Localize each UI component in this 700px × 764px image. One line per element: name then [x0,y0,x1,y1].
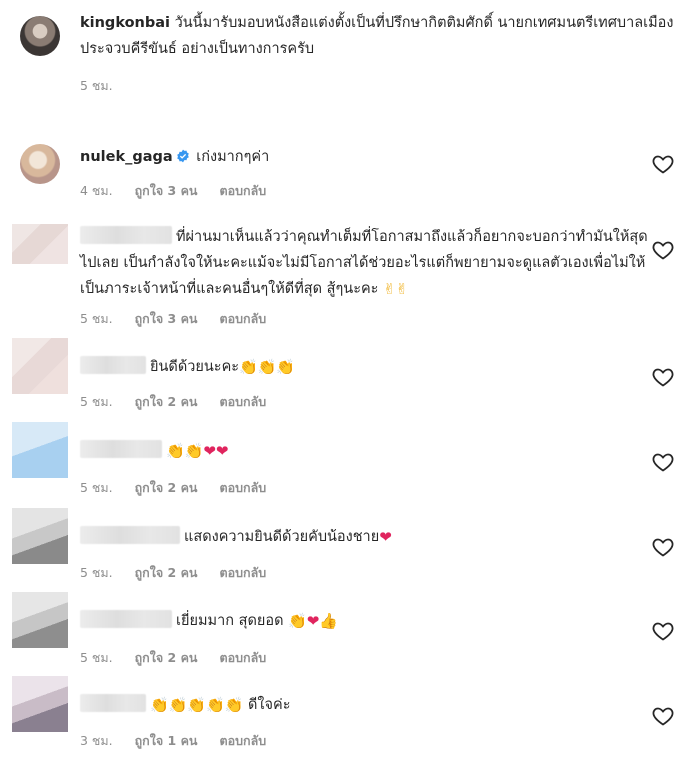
heart-outline-icon[interactable] [651,365,675,389]
comment-text: nulek_gaga เก่งมากๆค่า [80,144,650,170]
comment-text: ยินดีด้วยนะคะ👏👏👏 [80,354,650,380]
comment-body: เยี่ยมมาก สุดยอด [176,613,284,629]
avatar[interactable] [12,338,68,394]
reply-button[interactable]: ตอบกลับ [219,394,266,409]
comment-emoji: 👏❤👍 [288,612,339,630]
post-caption: kingkonbai วันนี้มารับมอบหนังสือแต่งตั้ง… [18,10,688,102]
avatar[interactable] [20,16,60,56]
comment-emoji: 👏👏❤❤ [166,442,229,460]
comment-text: ที่ผ่านมาเห็นแล้วว่าคุณทำเต็มที่โอกาสมาถ… [80,224,650,302]
reply-button[interactable]: ตอบกลับ [219,183,266,198]
comment-username[interactable] [80,440,162,458]
avatar[interactable] [12,592,68,648]
comment-time: 3 ชม. [80,733,113,748]
avatar[interactable] [12,676,68,732]
comment-emoji: ❤ [379,528,392,546]
likes-count[interactable]: ถูกใจ 1 คน [135,733,198,748]
comment-text: แสดงความยินดีด้วยคับน้องชาย❤ [80,524,650,550]
comment-time: 5 ชม. [80,311,113,326]
comment-meta: 5 ชม. ถูกใจ 2 คน ตอบกลับ [80,648,284,668]
avatar[interactable] [20,144,60,184]
likes-count[interactable]: ถูกใจ 2 คน [135,394,198,409]
likes-count[interactable]: ถูกใจ 2 คน [135,480,198,495]
comment-text: 👏👏❤❤ [80,438,650,464]
comment-meta: 5 ชม. ถูกใจ 2 คน ตอบกลับ [80,478,284,498]
avatar[interactable] [12,508,68,564]
likes-count[interactable]: ถูกใจ 3 คน [135,311,198,326]
comment-emoji: ✌✌ [383,280,409,298]
comment-time: 5 ชม. [80,565,113,580]
avatar[interactable] [12,422,68,478]
verified-badge-icon [176,149,189,163]
comment-username[interactable] [80,610,172,628]
comment-text: เยี่ยมมาก สุดยอด 👏❤👍 [80,608,650,634]
comment-time: 5 ชม. [80,480,113,495]
caption-username[interactable]: kingkonbai [80,15,170,31]
comment-emoji: 👏👏👏👏👏 [150,696,244,714]
reply-button[interactable]: ตอบกลับ [219,480,266,495]
reply-button[interactable]: ตอบกลับ [219,311,266,326]
heart-outline-icon[interactable] [651,704,675,728]
heart-outline-icon[interactable] [651,450,675,474]
comment-body: ดีใจค่ะ [248,697,291,713]
comment-time: 5 ชม. [80,394,113,409]
likes-count[interactable]: ถูกใจ 2 คน [135,565,198,580]
reply-button[interactable]: ตอบกลับ [219,733,266,748]
heart-outline-icon[interactable] [651,238,675,262]
reply-button[interactable]: ตอบกลับ [219,565,266,580]
comment-time: 4 ชม. [80,183,113,198]
comment-text: 👏👏👏👏👏 ดีใจค่ะ [80,692,650,718]
reply-button[interactable]: ตอบกลับ [219,650,266,665]
comment-meta: 4 ชม. ถูกใจ 3 คน ตอบกลับ [80,181,284,201]
comment-username[interactable]: nulek_gaga [80,149,173,165]
comment-meta: 5 ชม. ถูกใจ 2 คน ตอบกลับ [80,563,284,583]
comment-username[interactable] [80,226,172,244]
caption-time: 5 ชม. [80,78,113,93]
comment-time: 5 ชม. [80,650,113,665]
likes-count[interactable]: ถูกใจ 3 คน [135,183,198,198]
likes-count[interactable]: ถูกใจ 2 คน [135,650,198,665]
avatar[interactable] [12,224,68,264]
comment-username[interactable] [80,694,146,712]
comment-emoji: 👏👏👏 [239,358,296,376]
comment-body: ยินดีด้วยนะคะ [150,359,240,375]
comment-body: เก่งมากๆค่า [196,149,270,165]
comment-meta: 5 ชม. ถูกใจ 3 คน ตอบกลับ [80,309,284,329]
heart-outline-icon[interactable] [651,152,675,176]
comment-body: แสดงความยินดีด้วยคับน้องชาย [184,529,380,545]
heart-outline-icon[interactable] [651,535,675,559]
caption-text: kingkonbai วันนี้มารับมอบหนังสือแต่งตั้ง… [80,10,680,62]
comment-meta: 3 ชม. ถูกใจ 1 คน ตอบกลับ [80,731,284,751]
caption-body: วันนี้มารับมอบหนังสือแต่งตั้งเป็นที่ปรึก… [80,15,674,57]
heart-outline-icon[interactable] [651,619,675,643]
comment-username[interactable] [80,356,146,374]
comment-meta: 5 ชม. ถูกใจ 2 คน ตอบกลับ [80,392,284,412]
comment-username[interactable] [80,526,180,544]
